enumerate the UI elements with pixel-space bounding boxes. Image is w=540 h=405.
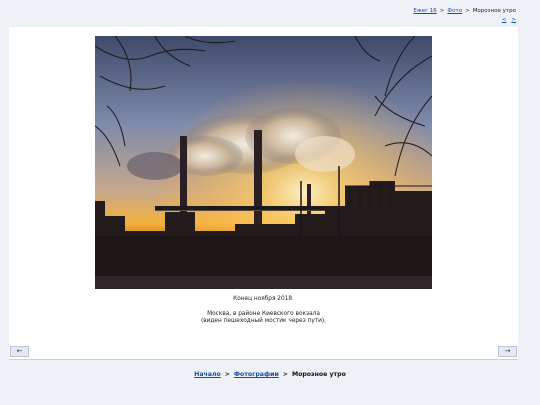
prev-arrow-icon: ← — [16, 347, 23, 355]
next-arrow-icon: → — [504, 347, 511, 355]
prev-photo-button[interactable]: ← — [10, 346, 29, 357]
top-breadcrumb: Ежег 16 > Фото > Морозное утро — [413, 8, 516, 15]
bottom-breadcrumb: Начало > Фотографии > Морозное утро — [0, 371, 540, 379]
breadcrumb-current: Морозное утро — [291, 371, 346, 378]
top-photo-nav: < > — [497, 17, 516, 24]
photo-image[interactable] — [95, 36, 432, 289]
prev-photo-link[interactable]: < — [502, 17, 507, 23]
breadcrumb-current: Морозное утро — [472, 8, 516, 14]
breadcrumb-link-home[interactable]: Ежег 16 — [413, 8, 436, 14]
breadcrumb-link-photo[interactable]: Фото — [447, 8, 462, 14]
photo-caption-location: Москва, в районе Киевского вокзала — [207, 311, 320, 317]
next-photo-link[interactable]: > — [511, 17, 516, 23]
next-photo-button[interactable]: → — [498, 346, 517, 357]
breadcrumb-separator: > — [224, 371, 230, 378]
photo-caption-note: (виден пешеходный мостик через пути). — [200, 318, 327, 324]
breadcrumb-separator: > — [282, 371, 288, 378]
breadcrumb-link-photos[interactable]: Фотографии — [234, 371, 279, 378]
breadcrumb-separator: > — [465, 8, 470, 14]
breadcrumb-link-start[interactable]: Начало — [194, 371, 221, 378]
breadcrumb-separator: > — [439, 8, 445, 14]
photo-card: Конец ноября 2018. Москва, в районе Киев… — [9, 27, 518, 360]
photo-caption-date: Конец ноября 2018. — [233, 296, 294, 302]
